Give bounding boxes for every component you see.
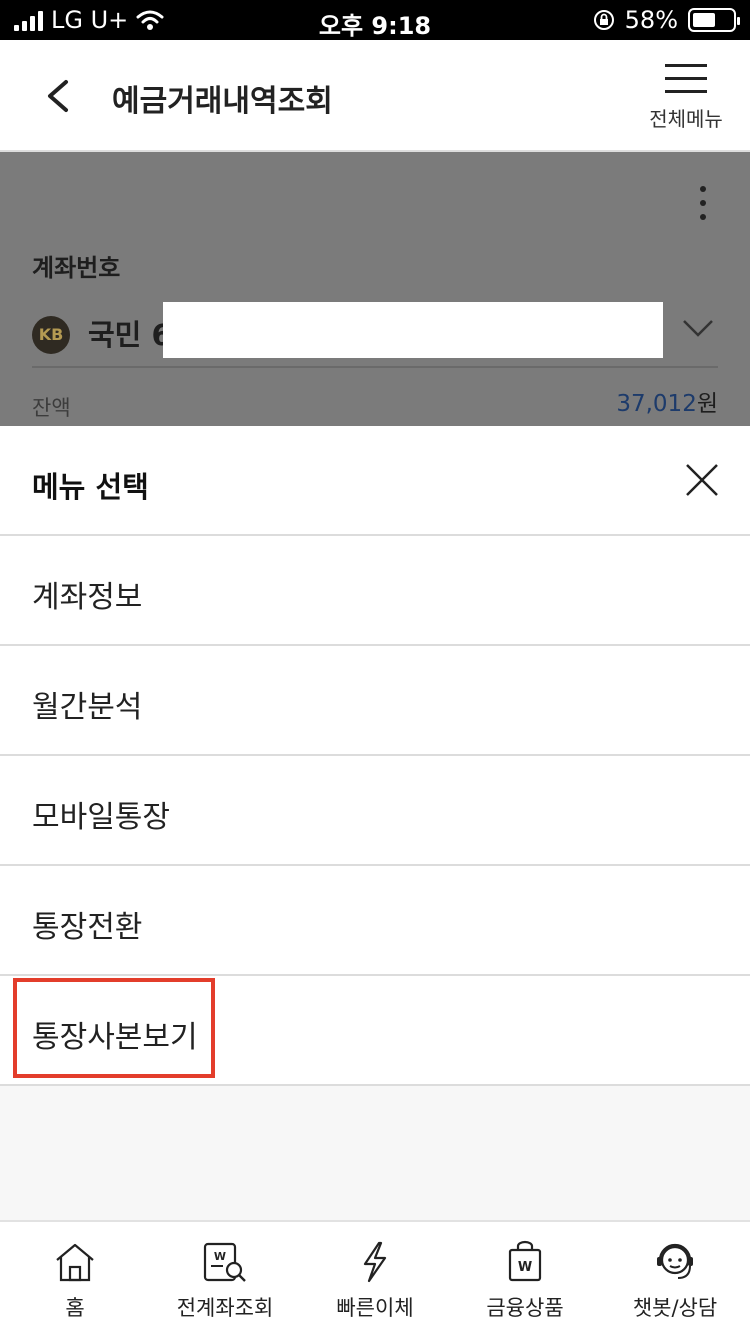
- balance-label: 잔액: [32, 396, 71, 420]
- chatbot-icon: [657, 1243, 693, 1279]
- balance-amount: 37,012원: [616, 384, 718, 418]
- menu-item-label: 통장전환: [32, 910, 143, 945]
- account-number: 국민 6: [88, 318, 172, 352]
- page-title: 예금거래내역조회: [112, 84, 333, 119]
- account-panel-dimmed: 계좌번호 KB 국민 6 잔액 37,012원: [0, 152, 750, 426]
- tab-label: 빠른이체: [336, 1296, 414, 1320]
- close-icon[interactable]: [684, 462, 720, 498]
- tab-label: 홈: [65, 1296, 85, 1320]
- menu-item-label: 계좌정보: [32, 580, 143, 615]
- menu-item-passbook-conversion[interactable]: 통장전환: [0, 866, 750, 976]
- kb-bank-logo: KB: [32, 316, 70, 354]
- sheet-header: 메뉴 선택: [0, 426, 750, 536]
- hamburger-icon: [665, 64, 707, 93]
- orientation-lock-icon: [593, 10, 614, 30]
- lightning-icon: [363, 1241, 387, 1283]
- menu-item-label: 월간분석: [32, 690, 143, 725]
- battery-percent: 58%: [624, 6, 678, 34]
- battery-icon: [688, 8, 740, 32]
- tab-home[interactable]: 홈: [0, 1222, 150, 1336]
- tab-label: 전계좌조회: [176, 1296, 274, 1320]
- sheet-title: 메뉴 선택: [32, 470, 149, 504]
- menu-item-label: 모바일통장: [32, 800, 170, 835]
- tab-quick-transfer[interactable]: 빠른이체: [300, 1222, 450, 1336]
- more-options-icon[interactable]: [698, 186, 708, 226]
- tab-label: 챗봇/상담: [632, 1296, 718, 1320]
- status-bar: LG U+ 오후 9:18 58%: [0, 0, 750, 40]
- tab-label: 금융상품: [486, 1296, 564, 1320]
- home-icon: [56, 1243, 94, 1282]
- tab-all-accounts[interactable]: W 전계좌조회: [150, 1222, 300, 1336]
- highlight-box: [13, 978, 215, 1078]
- menu-item-monthly-analysis[interactable]: 월간분석: [0, 646, 750, 756]
- back-arrow-icon[interactable]: [36, 68, 86, 124]
- account-search-icon: W: [203, 1242, 246, 1282]
- tab-financial-products[interactable]: W 금융상품: [450, 1222, 600, 1336]
- app-header: 예금거래내역조회 전체메뉴: [0, 40, 750, 152]
- bottom-tab-bar: 홈 W 전계좌조회 빠른이체 W 금융상품 챗봇/상담: [0, 1220, 750, 1334]
- chevron-down-icon[interactable]: [682, 318, 714, 338]
- divider: [32, 366, 718, 368]
- shopping-bag-icon: W: [508, 1240, 542, 1282]
- menu-item-mobile-passbook[interactable]: 모바일통장: [0, 756, 750, 866]
- redacted-account-number: [163, 302, 663, 358]
- full-menu-button[interactable]: 전체메뉴: [644, 64, 728, 144]
- full-menu-label: 전체메뉴: [649, 107, 723, 131]
- menu-item-account-info[interactable]: 계좌정보: [0, 536, 750, 646]
- menu-select-sheet: 메뉴 선택 계좌정보 월간분석 모바일통장 통장전환 통장사본보기: [0, 426, 750, 1220]
- account-number-label: 계좌번호: [32, 254, 121, 282]
- tab-chatbot-consult[interactable]: 챗봇/상담: [600, 1222, 750, 1336]
- balance-value: 37,012: [616, 391, 697, 417]
- balance-unit: 원: [696, 391, 718, 417]
- svg-text:W: W: [518, 1260, 532, 1275]
- svg-text:W: W: [214, 1250, 226, 1263]
